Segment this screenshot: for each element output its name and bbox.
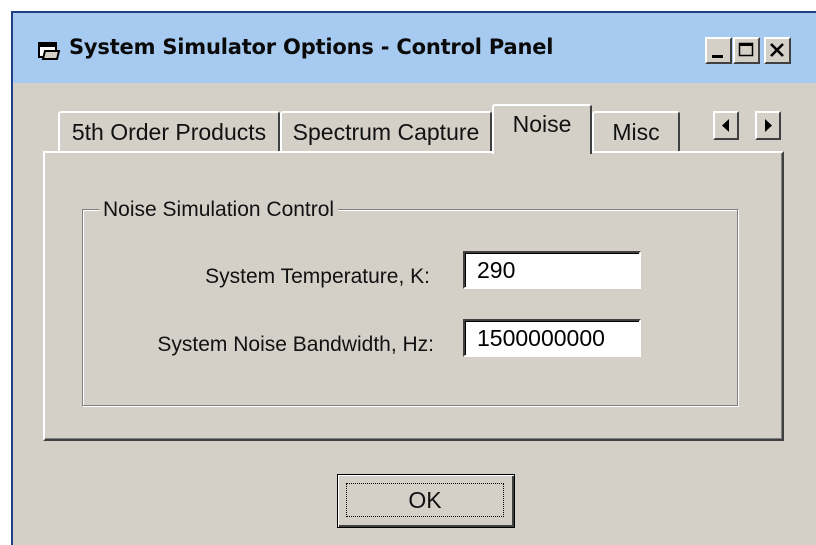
minimize-button[interactable] (705, 37, 732, 64)
title-bar[interactable]: System Simulator Options - Control Panel (13, 13, 816, 83)
close-button[interactable] (764, 37, 791, 64)
maximize-button[interactable] (733, 37, 760, 64)
ok-button-label: OK (346, 483, 504, 517)
tab-label: Misc (612, 118, 660, 145)
temperature-label: System Temperature, K: (205, 265, 430, 288)
minimize-icon (712, 55, 723, 58)
tab-spectrum-capture[interactable]: Spectrum Capture (280, 111, 492, 151)
arrow-left-icon (722, 119, 729, 132)
tab-misc[interactable]: Misc (592, 111, 680, 151)
tab-scroll-left-button[interactable] (713, 111, 739, 140)
tab-label: 5th Order Products (71, 118, 267, 145)
noise-simulation-group (82, 209, 738, 406)
folder-options-icon (38, 42, 61, 60)
tab-scroll-right-button[interactable] (755, 111, 781, 140)
tab-label: Noise (512, 110, 572, 137)
maximize-icon (738, 42, 754, 57)
tab-noise[interactable]: Noise (492, 104, 592, 154)
temperature-input[interactable] (463, 251, 641, 289)
arrow-right-icon (765, 119, 772, 132)
ok-button[interactable]: OK (337, 474, 515, 528)
tab-5th-order-products[interactable]: 5th Order Products (58, 111, 280, 151)
bandwidth-input[interactable] (463, 319, 641, 357)
tab-label: Spectrum Capture (292, 118, 480, 145)
group-title: Noise Simulation Control (99, 198, 339, 222)
bandwidth-label: System Noise Bandwidth, Hz: (157, 333, 434, 356)
close-icon (770, 43, 784, 57)
window-title: System Simulator Options - Control Panel (69, 35, 554, 59)
